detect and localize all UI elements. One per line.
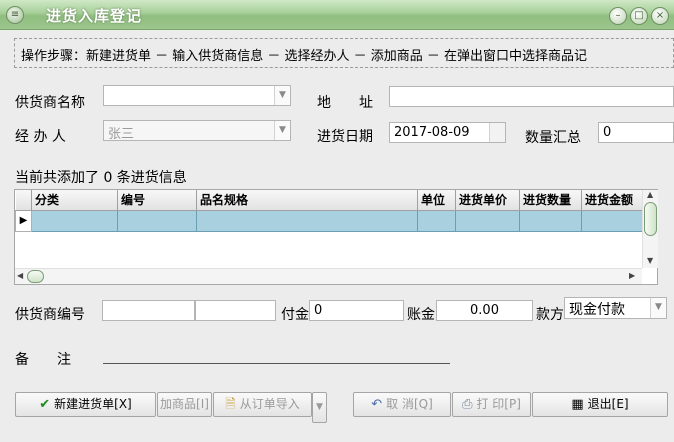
account-amount-field[interactable]: 0.00 <box>436 300 533 321</box>
vertical-scrollbar[interactable]: ▲ ▼ <box>642 190 658 268</box>
supplier-code-input[interactable] <box>102 300 195 321</box>
column-header[interactable]: 品名规格 <box>196 190 418 211</box>
import-from-order-button[interactable]: 🗎 从订单导入 <box>213 392 312 417</box>
chevron-down-icon[interactable]: ▼ <box>274 121 290 140</box>
minimize-icon[interactable]: – <box>609 7 627 25</box>
checkered-flag-icon: ▦ <box>571 397 584 412</box>
check-icon: ✔ <box>39 397 51 412</box>
grid-cell[interactable] <box>581 209 643 232</box>
record-count-text: 当前共添加了 0 条进货信息 <box>15 170 187 186</box>
add-goods-button[interactable]: 加商品[I] <box>157 392 212 417</box>
undo-icon: ↶ <box>371 397 383 412</box>
row-header-corner <box>15 190 32 211</box>
current-row-indicator-icon: ▶ <box>15 209 32 232</box>
column-header[interactable]: 编号 <box>117 190 197 211</box>
supplier-name-label: 供货商名称 <box>15 95 85 111</box>
close-icon[interactable]: × <box>651 7 669 25</box>
scroll-up-icon[interactable]: ▲ <box>647 190 653 199</box>
grid-cell[interactable] <box>519 209 582 232</box>
address-input[interactable] <box>389 86 674 107</box>
grid-header-row: 分类 编号 品名规格 单位 进货单价 进货数量 进货金额 <box>15 190 643 211</box>
horizontal-scroll-thumb[interactable] <box>27 270 44 283</box>
address-label: 地 址 <box>317 95 373 111</box>
grid-cell[interactable] <box>117 209 197 232</box>
paid-amount-input[interactable]: 0 <box>309 300 404 321</box>
chevron-down-icon: ▼ <box>316 402 323 412</box>
account-amount-label: 账金 <box>407 307 435 323</box>
grid-cell[interactable] <box>31 209 118 232</box>
grid-cell[interactable] <box>417 209 456 232</box>
quantity-total-field: 0 <box>598 122 674 143</box>
scroll-left-icon[interactable]: ◀ <box>17 271 23 280</box>
new-order-button[interactable]: ✔ 新建进货单[X] <box>15 392 156 417</box>
handler-combo[interactable]: 张三 <box>103 120 291 141</box>
grid-cell[interactable] <box>196 209 418 232</box>
paid-amount-label: 付金 <box>281 307 309 323</box>
supplier-code-label: 供货商编号 <box>15 307 85 323</box>
printer-icon: ⎙ <box>462 397 473 412</box>
vertical-scroll-thumb[interactable] <box>644 202 657 236</box>
chevron-down-icon[interactable]: ▼ <box>274 86 290 105</box>
operation-steps: 操作步骤：新建进货单 － 输入供货商信息 － 选择经办人 － 添加商品 － 在弹… <box>14 38 674 68</box>
calendar-dropdown-button[interactable] <box>489 123 505 142</box>
supplier-name-combo[interactable] <box>103 85 291 106</box>
remark-label: 备 注 <box>15 352 71 368</box>
exit-button[interactable]: ▦ 退出[E] <box>532 392 668 417</box>
cancel-button[interactable]: ↶ 取 消[Q] <box>353 392 451 417</box>
scroll-down-icon[interactable]: ▼ <box>647 256 653 265</box>
column-header[interactable]: 进货金额 <box>581 190 643 211</box>
document-icon: 🗎 <box>225 397 236 412</box>
column-header[interactable]: 单位 <box>417 190 456 211</box>
date-label: 进货日期 <box>317 129 373 145</box>
column-header[interactable]: 进货数量 <box>519 190 582 211</box>
column-header[interactable]: 分类 <box>31 190 118 211</box>
goods-grid[interactable]: 分类 编号 品名规格 单位 进货单价 进货数量 进货金额 ▶ ▲ ▼ ◀ ▶ <box>14 189 658 285</box>
remark-input[interactable] <box>103 363 450 364</box>
system-menu-icon[interactable]: ≡ <box>6 6 24 24</box>
handler-label: 经 办 人 <box>15 129 66 145</box>
supplier-code-input-2[interactable] <box>195 300 276 321</box>
payment-method-label: 款方 <box>536 307 564 323</box>
grid-cell[interactable] <box>455 209 520 232</box>
horizontal-scrollbar[interactable]: ◀ ▶ <box>15 268 642 284</box>
import-dropdown-arrow[interactable]: ▼ <box>312 392 327 423</box>
maximize-icon[interactable]: □ <box>630 7 648 25</box>
table-row[interactable]: ▶ <box>15 209 643 232</box>
chevron-down-icon[interactable]: ▼ <box>650 298 666 318</box>
print-button[interactable]: ⎙ 打 印[P] <box>452 392 531 417</box>
column-header[interactable]: 进货单价 <box>455 190 520 211</box>
window-title: 进货入库登记 <box>46 7 143 25</box>
quantity-total-label: 数量汇总 <box>525 130 581 146</box>
scroll-right-icon[interactable]: ▶ <box>629 271 635 280</box>
